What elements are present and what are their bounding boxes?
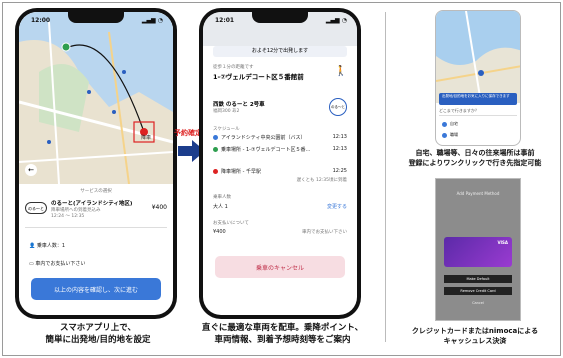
map[interactable]: 降車 ← bbox=[19, 12, 173, 185]
caption-3-line-1: 自宅、職場等、日々の往来場所は事前 bbox=[415, 149, 535, 157]
fav-work[interactable]: 職場 bbox=[442, 132, 458, 138]
riders-label: 乗車人数 bbox=[213, 195, 231, 200]
service-name: のるーと(アイランドシティ地区) bbox=[51, 201, 133, 207]
caption-1-line-1: スマホアプリ上で、 bbox=[60, 323, 136, 333]
schedule-time: 12:13 bbox=[332, 146, 347, 152]
home-icon bbox=[442, 121, 447, 127]
phone-2: 12:01 ▂▄▆ ◔ およそ12分で出発します 徒歩１分の距離です 1-⑦ヴェル… bbox=[199, 8, 361, 319]
map-graphic bbox=[19, 12, 173, 185]
stop-dot bbox=[213, 169, 218, 174]
map-graphic bbox=[436, 11, 520, 104]
vehicle-logo: のる〜と bbox=[329, 98, 347, 116]
service-card[interactable]: のる〜と のるーと(アイランドシティ地区) 降車場所への到着見込み 12:24 … bbox=[25, 196, 167, 228]
fav-home-label: 自宅 bbox=[450, 121, 458, 126]
schedule-time: 12:25 bbox=[332, 168, 347, 174]
payment-screenshot: Add Payment Method VISA Make Default Rem… bbox=[435, 178, 521, 321]
credit-card: VISA bbox=[444, 237, 512, 267]
pay-value: ¥400 bbox=[213, 229, 226, 235]
passenger-text: 乗車人数：1 bbox=[36, 243, 66, 249]
phone-2-screen: 12:01 ▂▄▆ ◔ およそ12分で出発します 徒歩１分の距離です 1-⑦ヴェル… bbox=[203, 12, 357, 315]
signal-icon: ▂▄▆ ◔ bbox=[325, 17, 347, 24]
notch bbox=[68, 12, 124, 23]
stop-dot bbox=[213, 135, 218, 140]
vehicle-name: 西鉄 のるーと 2号車 bbox=[213, 102, 265, 108]
arrival-banner: およそ12分で出発します bbox=[213, 46, 347, 57]
notch bbox=[252, 12, 308, 23]
schedule-item: アイランドシティ中央公園前（バス） 12:13 bbox=[213, 134, 347, 141]
service-time: 12:24 〜 12:35 bbox=[51, 214, 85, 219]
passenger-row[interactable]: 👤 乗車人数：1 bbox=[29, 242, 65, 249]
caption-4: クレジットカードまたはnimocaによる キャッシュレス決済 bbox=[389, 326, 561, 346]
person-icon: 👤 bbox=[29, 243, 36, 249]
fav-work-label: 職場 bbox=[450, 132, 458, 137]
caption-3-line-2: 登録によりワンクリックで行き先指定可能 bbox=[408, 159, 542, 167]
stop-dot bbox=[213, 147, 218, 152]
schedule-name: 降車場所 - 千早駅 bbox=[221, 169, 261, 175]
riders-value: 大人 1 bbox=[213, 204, 228, 210]
clock: 12:00 bbox=[31, 17, 51, 24]
section-label: サービスの選択 bbox=[80, 189, 112, 194]
walk-icon: 🚶 bbox=[334, 66, 347, 77]
payment-row[interactable]: ▭ 車内でお支払い下さい bbox=[29, 260, 85, 267]
remove-card-button[interactable]: Remove Credit Card bbox=[444, 287, 512, 295]
schedule-name: 乗車場所 - 1-⑦ヴェルデコート区５番… bbox=[221, 147, 311, 153]
schedule-item: 降車場所 - 千早駅 12:25 bbox=[213, 168, 347, 175]
back-icon[interactable]: ← bbox=[25, 164, 37, 176]
caption-2: 直ぐに最適な車両を配車。乗降ポイント、 車両情報、到着予想時刻等をご案内 bbox=[180, 322, 385, 346]
schedule-time: 12:13 bbox=[332, 134, 347, 140]
divider bbox=[385, 12, 386, 342]
cancel-button[interactable]: 乗車のキャンセル bbox=[215, 256, 345, 278]
caption-4-line-1: クレジットカードまたはnimocaによる bbox=[411, 327, 539, 335]
map-label: 降車 bbox=[141, 135, 152, 141]
stop-name: 1-⑦ヴェルデコート区５番館前 bbox=[213, 73, 304, 81]
card-brand: VISA bbox=[497, 240, 508, 245]
clock: 12:01 bbox=[215, 17, 235, 24]
favorites-screenshot: 出発地/目的地をお気に入りに保存できます どこまで行きますか？ 自宅 職場 bbox=[435, 10, 521, 146]
confirm-button[interactable]: 以上の内容を確認し、次に進む bbox=[31, 278, 161, 300]
schedule-note: 遅くとも 12:35頃に到着 bbox=[296, 178, 347, 183]
service-price: ¥400 bbox=[151, 204, 167, 211]
fav-home[interactable]: 自宅 bbox=[442, 121, 458, 127]
pay-label: お支払いについて bbox=[213, 221, 249, 226]
schedule-name: アイランドシティ中央公園前（バス） bbox=[221, 135, 306, 141]
arrow-label: 予約確定 bbox=[174, 129, 202, 137]
pay-note: 車内でお支払い下さい bbox=[302, 230, 347, 235]
caption-2-line-1: 直ぐに最適な車両を配車。乗降ポイント、 bbox=[201, 323, 364, 333]
payment-text: 車内でお支払い下さい bbox=[35, 261, 86, 267]
schedule-label: スケジュール bbox=[213, 127, 240, 132]
card-icon: ▭ bbox=[29, 261, 34, 267]
schedule-item: 乗車場所 - 1-⑦ヴェルデコート区５番… 12:13 bbox=[213, 146, 347, 153]
payment-header: Add Payment Method bbox=[456, 191, 500, 196]
signal-icon: ▂▄▆ ◔ bbox=[141, 17, 163, 24]
phone-1: 12:00 ▂▄▆ ◔ 降車 ← サービスの選択 のる〜と のるーと(アイランドシ… bbox=[15, 8, 177, 319]
change-link[interactable]: 変更する bbox=[327, 203, 347, 210]
caption-3: 自宅、職場等、日々の往来場所は事前 登録によりワンクリックで行き先指定可能 bbox=[389, 148, 561, 168]
cancel-link[interactable]: Cancel bbox=[444, 301, 512, 309]
make-default-button[interactable]: Make Default bbox=[444, 275, 512, 283]
briefcase-icon bbox=[442, 132, 447, 138]
caption-2-line-2: 車両情報、到着予想時刻等をご案内 bbox=[214, 335, 351, 345]
plate: 福岡300 あ2 bbox=[213, 109, 240, 114]
caption-1: スマホアプリ上で、 簡単に出発地/目的地を設定 bbox=[8, 322, 188, 346]
caption-4-line-2: キャッシュレス決済 bbox=[443, 337, 507, 345]
phone-1-screen: 12:00 ▂▄▆ ◔ 降車 ← サービスの選択 のる〜と のるーと(アイランドシ… bbox=[19, 12, 173, 315]
caption-1-line-2: 簡単に出発地/目的地を設定 bbox=[45, 335, 151, 345]
walk-text: 徒歩１分の距離です bbox=[213, 65, 254, 70]
service-logo: のる〜と bbox=[25, 202, 47, 214]
destination-search[interactable]: どこまで行きますか？ bbox=[439, 108, 517, 116]
favorites-banner[interactable]: 出発地/目的地をお気に入りに保存できます bbox=[439, 93, 517, 105]
